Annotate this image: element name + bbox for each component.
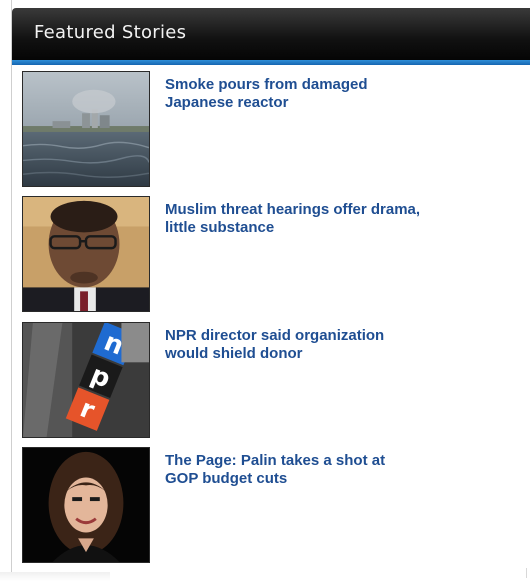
- story-item: Smoke pours from damaged Japanese reacto…: [22, 71, 530, 189]
- story-thumbnail-reactor[interactable]: [22, 71, 150, 187]
- story-item: The Page: Palin takes a shot at GOP budg…: [22, 447, 530, 565]
- widget-title: Featured Stories: [34, 22, 187, 43]
- npr-microphone-photo-image: n p r: [23, 323, 149, 437]
- headline-line: would shield donor: [165, 345, 303, 362]
- palin-photo-image: [23, 448, 149, 562]
- headline-line: Muslim threat hearings offer drama,: [165, 201, 421, 218]
- story-thumbnail-npr[interactable]: n p r: [22, 322, 150, 438]
- header-accent-bar: [12, 60, 530, 65]
- story-headline-link[interactable]: Muslim threat hearings offer drama, litt…: [165, 201, 505, 237]
- featured-stories-widget: Featured Stories Smoke pours from damage…: [11, 0, 530, 572]
- reactor-photo-image: [23, 72, 149, 186]
- headline-line: Japanese reactor: [165, 94, 289, 111]
- headline-line: little substance: [165, 219, 275, 236]
- headline-line: GOP budget cuts: [165, 470, 288, 487]
- widget-header: Featured Stories: [12, 8, 530, 60]
- story-thumbnail-congressman[interactable]: [22, 196, 150, 312]
- congressman-photo-image: [23, 197, 149, 311]
- scrollbar-edge: [526, 568, 527, 578]
- headline-line: Smoke pours from damaged: [165, 76, 368, 93]
- story-thumbnail-palin[interactable]: [22, 447, 150, 563]
- story-item: Muslim threat hearings offer drama, litt…: [22, 196, 530, 314]
- story-headline-link[interactable]: Smoke pours from damaged Japanese reacto…: [165, 76, 505, 112]
- story-headline-link[interactable]: NPR director said organization would shi…: [165, 327, 505, 363]
- headline-line: NPR director said organization: [165, 327, 385, 344]
- story-item: n p r NPR director said organization wou…: [22, 322, 530, 440]
- widget-bottom-shadow: [0, 572, 110, 581]
- headline-line: The Page: Palin takes a shot at: [165, 452, 386, 469]
- story-headline-link[interactable]: The Page: Palin takes a shot at GOP budg…: [165, 452, 505, 488]
